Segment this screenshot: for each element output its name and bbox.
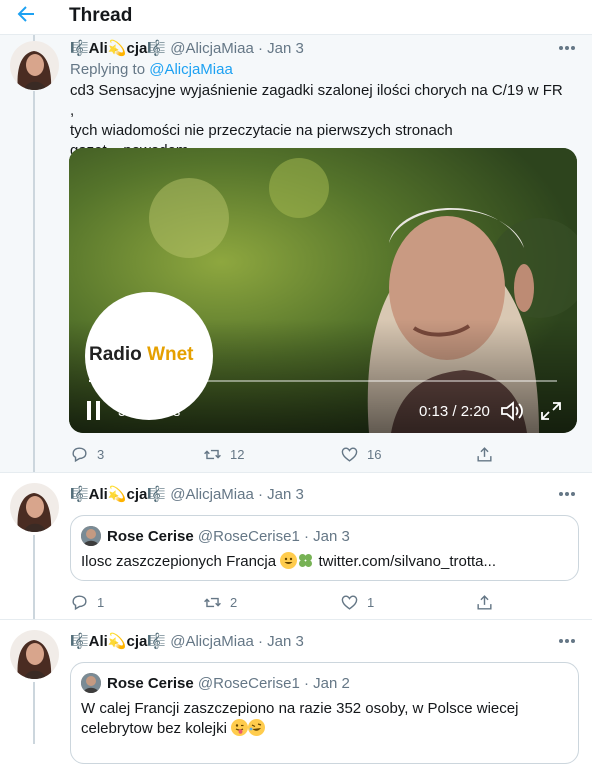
grinning-face-emoji-icon	[280, 552, 298, 569]
replying-label: Replying to	[70, 61, 146, 78]
share-icon	[477, 447, 492, 462]
reply-count: 1	[97, 595, 105, 610]
tweet-author-row: 🎼Ali💫cja🎼 @AlicjaMiaa · Jan 3	[70, 632, 304, 650]
replying-handle-link[interactable]: @AlicjaMiaa	[149, 61, 233, 78]
quote-author-row: Rose Cerise @RoseCerise1 · Jan 3	[107, 528, 350, 545]
retweet-count: 2	[230, 595, 238, 610]
thread-header: Thread	[0, 0, 592, 35]
quote-avatar	[81, 526, 101, 546]
tweet-date[interactable]: Jan 3	[267, 40, 304, 57]
heart-icon	[341, 447, 358, 462]
quote-text: W calej Francji zaszczepiono na razie 35…	[81, 699, 561, 739]
quote-text-line-2: celebrytow bez kolejki	[81, 720, 227, 737]
quote-link[interactable]: twitter.com/silvano_trotta...	[318, 553, 496, 570]
display-name[interactable]: 🎼Ali💫cja🎼	[70, 633, 166, 650]
thread-connector	[33, 535, 35, 619]
display-name[interactable]: 🎼Ali💫cja🎼	[70, 486, 166, 503]
like-count: 16	[367, 447, 382, 462]
quote-text: Ilosc zaszczepionych Francja twitter.com…	[81, 552, 561, 572]
video-views: 399 views	[118, 403, 181, 419]
tweet-author-row: 🎼Ali💫cja🎼 @AlicjaMiaa · Jan 3	[70, 485, 304, 503]
quote-handle: @RoseCerise1	[197, 675, 300, 692]
like-button[interactable]: 1	[340, 593, 374, 612]
logo-text-wnet: Wnet	[147, 344, 194, 365]
volume-icon[interactable]	[500, 401, 525, 421]
fullscreen-icon[interactable]	[541, 402, 561, 420]
video-progress-fill	[89, 380, 136, 382]
reply-icon	[72, 595, 87, 611]
like-count: 1	[367, 595, 375, 610]
quote-text-line-2-row: celebrytow bez kolejki	[81, 719, 561, 739]
retweet-button[interactable]: 2	[203, 593, 237, 612]
rolling-laughing-emoji-icon	[248, 719, 266, 736]
tweet[interactable]: 🎼Ali💫cja🎼 @AlicjaMiaa · Jan 3 Replying t…	[0, 35, 592, 473]
video-frame	[69, 148, 577, 433]
quoted-tweet[interactable]: Rose Cerise @RoseCerise1 · Jan 3 Ilosc z…	[70, 515, 579, 581]
winking-tongue-emoji-icon	[231, 719, 249, 736]
video-progress-track[interactable]	[89, 380, 557, 382]
reply-count: 3	[97, 447, 105, 462]
avatar[interactable]	[10, 483, 59, 532]
tweet-date[interactable]: Jan 3	[267, 486, 304, 503]
pause-icon[interactable]	[86, 401, 102, 420]
more-options-icon[interactable]	[558, 638, 576, 644]
tweet-actions: 3 12 16	[70, 445, 500, 465]
reply-button[interactable]: 3	[70, 445, 104, 464]
separator-dot: ·	[258, 486, 263, 503]
avatar[interactable]	[10, 630, 59, 679]
quoted-tweet[interactable]: Rose Cerise @RoseCerise1 · Jan 2 W calej…	[70, 662, 579, 764]
tweet[interactable]: 🎼Ali💫cja🎼 @AlicjaMiaa · Jan 3 Rose Ceris…	[0, 620, 592, 764]
tweet-actions: 1 2 1	[70, 593, 500, 613]
video-player[interactable]: Radio Wnet 399 views 0:13 / 2:20	[69, 148, 577, 433]
quote-text-line-1: W calej Francji zaszczepiono na razie 35…	[81, 700, 519, 717]
retweet-button[interactable]: 12	[203, 445, 244, 464]
retweet-count: 12	[230, 447, 245, 462]
separator-dot: ·	[304, 675, 309, 692]
retweet-icon	[204, 597, 221, 608]
separator-dot: ·	[258, 633, 263, 650]
quote-text-content: Ilosc zaszczepionych Francja	[81, 553, 277, 570]
quote-avatar	[81, 673, 101, 693]
user-handle[interactable]: @AlicjaMiaa	[170, 633, 254, 650]
thread-connector	[33, 682, 35, 744]
display-name[interactable]: 🎼Ali💫cja🎼	[70, 40, 166, 57]
heart-icon	[341, 595, 358, 610]
user-handle[interactable]: @AlicjaMiaa	[170, 486, 254, 503]
back-arrow-icon[interactable]	[14, 2, 38, 26]
quote-date: Jan 3	[313, 528, 350, 545]
reply-icon	[72, 447, 87, 463]
share-icon	[477, 595, 492, 610]
video-time: 0:13 / 2:20	[419, 403, 490, 420]
tweet[interactable]: 🎼Ali💫cja🎼 @AlicjaMiaa · Jan 3 Rose Ceris…	[0, 473, 592, 620]
quote-handle: @RoseCerise1	[197, 528, 300, 545]
avatar[interactable]	[10, 41, 59, 90]
quote-date: Jan 2	[313, 675, 350, 692]
quote-display-name: Rose Cerise	[107, 675, 194, 692]
four-leaf-clover-icon	[297, 553, 314, 570]
separator-dot: ·	[258, 40, 263, 57]
quote-display-name: Rose Cerise	[107, 528, 194, 545]
separator-dot: ·	[304, 528, 309, 545]
share-button[interactable]	[475, 445, 494, 464]
retweet-icon	[204, 449, 221, 460]
user-handle[interactable]: @AlicjaMiaa	[170, 40, 254, 57]
thread-connector	[33, 91, 35, 472]
replying-to: Replying to @AlicjaMiaa	[70, 61, 233, 78]
more-options-icon[interactable]	[558, 491, 576, 497]
logo-text-radio: Radio	[89, 344, 142, 365]
page-title: Thread	[69, 5, 133, 26]
share-button[interactable]	[475, 593, 494, 612]
reply-button[interactable]: 1	[70, 593, 104, 612]
like-button[interactable]: 16	[340, 445, 381, 464]
quote-author-row: Rose Cerise @RoseCerise1 · Jan 2	[107, 675, 350, 692]
tweet-author-row: 🎼Ali💫cja🎼 @AlicjaMiaa · Jan 3	[70, 39, 304, 57]
tweet-date[interactable]: Jan 3	[267, 633, 304, 650]
radio-wnet-logo: Radio Wnet	[89, 344, 194, 366]
more-options-icon[interactable]	[558, 45, 576, 51]
